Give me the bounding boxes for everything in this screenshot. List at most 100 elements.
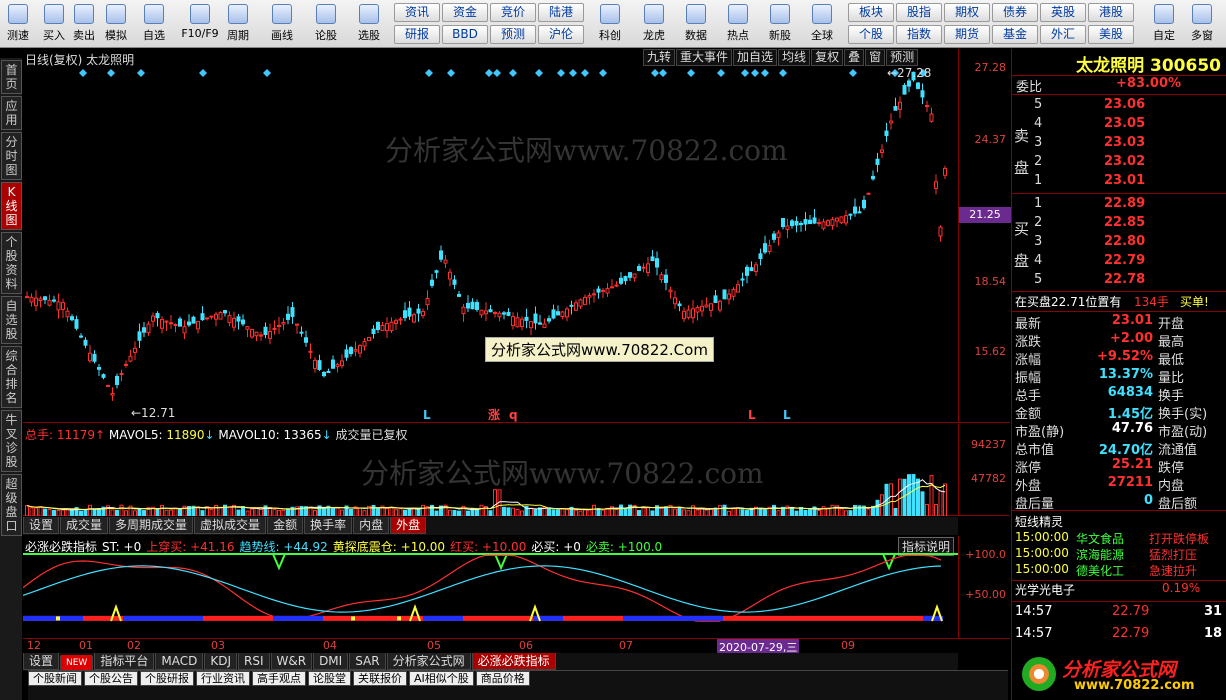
toolbar-multiwindow-button[interactable]: 多窗 bbox=[1184, 2, 1220, 46]
candle-body bbox=[731, 288, 736, 297]
quick-link-button[interactable]: 沪伦 bbox=[538, 25, 584, 44]
indicator-tab[interactable]: 设置 bbox=[23, 653, 60, 670]
indicator-tab[interactable]: 分析家公式网 bbox=[386, 653, 471, 670]
elf-title[interactable]: 短线精灵 bbox=[1012, 513, 1226, 531]
volume-tab[interactable]: 换手率 bbox=[304, 517, 353, 534]
volume-tab[interactable]: 内盘 bbox=[353, 517, 390, 534]
sidebar-tab[interactable]: 分时图 bbox=[1, 132, 22, 180]
toolbar-pencil-button[interactable]: 画线 bbox=[266, 2, 298, 46]
volume-bar bbox=[722, 504, 727, 516]
sidebar-tab[interactable]: 个股资料 bbox=[1, 232, 22, 294]
sector-row[interactable]: 光学光电子 0.19% bbox=[1012, 580, 1226, 598]
news-tab[interactable]: 关联报价 bbox=[353, 671, 407, 686]
news-tab[interactable]: 论股堂 bbox=[308, 671, 351, 686]
toolbar-stopwatch-button[interactable]: 测速 bbox=[2, 2, 34, 46]
ask-row[interactable]: 4 23.05 bbox=[1012, 116, 1226, 134]
volume-tab[interactable]: 多周期成交量 bbox=[109, 517, 194, 534]
market-link-button[interactable]: 板块 bbox=[848, 3, 894, 22]
quick-link-button[interactable]: 陆港 bbox=[538, 3, 584, 22]
indicator-tab[interactable]: W&R bbox=[270, 653, 313, 670]
market-link-button[interactable]: 股指 bbox=[896, 3, 942, 22]
volume-chart[interactable] bbox=[23, 424, 958, 516]
market-link-button[interactable]: 期货 bbox=[944, 25, 990, 44]
indicator-tab[interactable]: KDJ bbox=[204, 653, 237, 670]
sidebar-tab[interactable]: 牛叉诊股 bbox=[1, 410, 22, 472]
market-link-button[interactable]: 基金 bbox=[992, 25, 1038, 44]
market-link-button[interactable]: 外汇 bbox=[1040, 25, 1086, 44]
toolbar-ipo-button[interactable]: 新股 bbox=[762, 2, 798, 46]
candle-body bbox=[524, 316, 529, 321]
toolbar-hammer-button[interactable]: 模拟 bbox=[100, 2, 132, 46]
elf-item[interactable]: 15:00:00 德美化工 急速拉升 bbox=[1012, 562, 1226, 580]
bid-row[interactable]: 3 22.80 bbox=[1012, 234, 1226, 252]
volume-tab[interactable]: 成交量 bbox=[60, 517, 109, 534]
quick-link-button[interactable]: 竞价 bbox=[490, 3, 536, 22]
volume-bar bbox=[371, 504, 376, 516]
sidebar-tab[interactable]: 超级盘口 bbox=[1, 474, 22, 536]
toolbar-globe-button[interactable]: 全球 bbox=[804, 2, 840, 46]
candle-body bbox=[425, 298, 430, 306]
volume-tab[interactable]: 金额 bbox=[267, 517, 304, 534]
volume-tab[interactable]: 外盘 bbox=[390, 517, 427, 534]
indicator-tab[interactable]: SAR bbox=[349, 653, 386, 670]
kline-panel[interactable]: 日线(复权) 太龙照明 九转 重大事件 加自选 均线 复权叠窗预测 ←12.71 ←27.… bbox=[23, 49, 1011, 423]
news-tab[interactable]: 个股公告 bbox=[84, 671, 138, 686]
volume-tab[interactable]: 虚拟成交量 bbox=[194, 517, 267, 534]
ask-row[interactable]: 3 23.03 bbox=[1012, 135, 1226, 153]
toolbar-custom-button[interactable]: 自定 bbox=[1146, 2, 1182, 46]
market-link-button[interactable]: 指数 bbox=[896, 25, 942, 44]
indicator-chart[interactable] bbox=[23, 536, 958, 639]
indicator-tab[interactable]: RSI bbox=[238, 653, 270, 670]
news-tab[interactable]: 个股新闻 bbox=[28, 671, 82, 686]
toolbar-clock-button[interactable]: 周期 bbox=[222, 2, 254, 46]
volume-tab[interactable]: 设置 bbox=[23, 517, 60, 534]
bid-row[interactable]: 2 22.85 bbox=[1012, 215, 1226, 233]
ask-row[interactable]: 2 23.02 bbox=[1012, 154, 1226, 172]
toolbar-f10-button[interactable]: F10/F9 bbox=[178, 2, 222, 46]
toolbar-pe-button[interactable]: 数据 bbox=[678, 2, 714, 46]
news-tab[interactable]: 商品价格 bbox=[475, 671, 530, 686]
toolbar-star-button[interactable]: 自选 bbox=[138, 2, 170, 46]
toolbar-buy-button[interactable]: 买入 bbox=[38, 2, 70, 46]
sidebar-tab[interactable]: K线图 bbox=[1, 182, 22, 230]
market-link-button[interactable]: 英股 bbox=[1040, 3, 1086, 22]
indicator-tab[interactable]: DMI bbox=[313, 653, 349, 670]
toolbar-fire-button[interactable]: 热点 bbox=[720, 2, 756, 46]
market-link-button[interactable]: 债券 bbox=[992, 3, 1038, 22]
news-tab[interactable]: AI相似个股 bbox=[409, 671, 474, 686]
market-link-button[interactable]: 期权 bbox=[944, 3, 990, 22]
sidebar-tab[interactable]: 综合排名 bbox=[1, 346, 22, 408]
toolbar-sell-button[interactable]: 卖出 bbox=[68, 2, 100, 46]
market-link-button[interactable]: 港股 bbox=[1088, 3, 1134, 22]
market-link-button[interactable]: 美股 bbox=[1088, 25, 1134, 44]
volume-bar bbox=[421, 504, 425, 516]
candlestick-chart[interactable]: ←12.71 ←27.28 L 涨 q L L bbox=[23, 49, 958, 423]
indicator-tab[interactable]: 指标平台 bbox=[94, 653, 155, 670]
bid-row[interactable]: 5 22.78 bbox=[1012, 272, 1226, 290]
market-link-button[interactable]: 个股 bbox=[848, 25, 894, 44]
bid-row[interactable]: 1 22.89 bbox=[1012, 196, 1226, 214]
toolbar-discuss-button[interactable]: 论股 bbox=[310, 2, 342, 46]
sidebar-tab[interactable]: 首页 bbox=[1, 60, 22, 94]
news-tab[interactable]: 个股研报 bbox=[140, 671, 194, 686]
bid-row[interactable]: 4 22.79 bbox=[1012, 253, 1226, 271]
toolbar-pick-button[interactable]: 选股 bbox=[353, 2, 385, 46]
sidebar-tab[interactable]: 自选股 bbox=[1, 296, 22, 344]
toolbar-kechuang-button[interactable]: 科创 bbox=[592, 2, 628, 46]
news-tab[interactable]: 行业资讯 bbox=[196, 671, 250, 686]
quick-link-button[interactable]: 研报 bbox=[394, 25, 440, 44]
quick-link-button[interactable]: 资金 bbox=[442, 3, 488, 22]
indicator-panel[interactable]: 必涨必跌指标 ST: +0 上穿买: +41.16 趋势线: +44.92 黄探底震仓:… bbox=[23, 536, 1010, 639]
volume-panel[interactable]: 总手: 11179↑ MAVOL5: 11890↓ MAVOL10: 13365… bbox=[23, 424, 1010, 516]
ask-row[interactable]: 1 23.01 bbox=[1012, 173, 1226, 191]
ask-row[interactable]: 5 23.06 bbox=[1012, 97, 1226, 115]
indicator-tab[interactable]: MACD bbox=[155, 653, 204, 670]
quick-link-button[interactable]: 预测 bbox=[490, 25, 536, 44]
news-tab[interactable]: 高手观点 bbox=[252, 671, 306, 686]
level: 5 bbox=[1034, 97, 1043, 112]
quick-link-button[interactable]: 资讯 bbox=[394, 3, 440, 22]
toolbar-dragon-button[interactable]: 龙虎 bbox=[636, 2, 672, 46]
sidebar-tab[interactable]: 应用 bbox=[1, 96, 22, 130]
quick-link-button[interactable]: BBD bbox=[442, 25, 488, 44]
indicator-tab[interactable]: 必涨必跌指标 bbox=[471, 653, 556, 670]
